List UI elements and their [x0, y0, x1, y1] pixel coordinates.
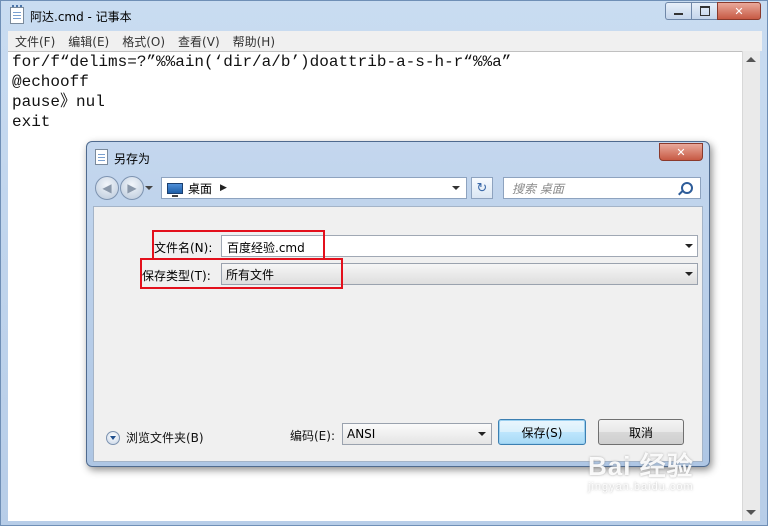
address-bar[interactable]: 桌面 ▶ — [161, 177, 467, 199]
menu-file[interactable]: 文件(F) — [8, 33, 61, 50]
menu-format[interactable]: 格式(O) — [115, 33, 171, 50]
encoding-label: 编码(E): — [290, 429, 335, 443]
menu-help[interactable]: 帮助(H) — [226, 33, 281, 50]
refresh-icon: ↻ — [476, 180, 488, 196]
maximize-icon — [699, 6, 710, 16]
search-input[interactable] — [510, 179, 684, 199]
search-icon[interactable] — [681, 182, 693, 194]
dialog-notepad-icon — [95, 149, 108, 165]
dialog-body: 文件名(N): 保存类型(T): 所有文件 浏览文件夹(B) 编码(E): AN… — [93, 206, 703, 462]
close-icon: ✕ — [676, 145, 686, 159]
watermark-url: jingyan.baidu.com — [588, 481, 694, 493]
dialog-titlebar[interactable]: 另存为 ✕ — [87, 142, 709, 172]
filetype-dropdown-icon[interactable] — [685, 272, 693, 276]
baidu-watermark: Bai 经验 jingyan.baidu.com — [588, 446, 694, 493]
editor-line: exit — [12, 113, 51, 131]
filename-field[interactable] — [221, 235, 698, 257]
filetype-value: 所有文件 — [226, 267, 275, 282]
encoding-dropdown-icon[interactable] — [478, 432, 486, 436]
filetype-select[interactable]: 所有文件 — [221, 263, 698, 285]
search-box[interactable] — [503, 177, 701, 199]
editor-line: pause》nul — [12, 93, 105, 111]
address-location[interactable]: 桌面 — [188, 180, 212, 197]
minimize-icon — [674, 13, 683, 15]
close-icon: ✕ — [734, 4, 744, 18]
forward-button[interactable]: ▶ — [120, 176, 144, 200]
dialog-close-button[interactable]: ✕ — [659, 143, 703, 161]
chevron-down-icon — [106, 430, 120, 445]
notepad-titlebar[interactable]: 阿达.cmd - 记事本 ✕ — [1, 1, 767, 31]
filename-label: 文件名(N): — [154, 241, 213, 255]
dialog-title: 另存为 — [114, 152, 151, 166]
close-button[interactable]: ✕ — [717, 2, 761, 20]
filename-input[interactable] — [225, 237, 669, 257]
scroll-up-icon[interactable] — [746, 57, 756, 62]
menu-view[interactable]: 查看(V) — [171, 33, 226, 50]
watermark-logo: Bai 经验 — [588, 451, 694, 481]
scroll-down-icon[interactable] — [746, 510, 756, 515]
recent-locations-dropdown-icon[interactable] — [145, 186, 153, 190]
encoding-value: ANSI — [347, 427, 376, 441]
address-dropdown-icon[interactable] — [452, 186, 460, 190]
editor-line: @echooff — [12, 73, 89, 91]
notepad-icon — [10, 5, 24, 24]
maximize-button[interactable] — [691, 2, 717, 20]
window-controls: ✕ — [665, 2, 761, 20]
menu-edit[interactable]: 编辑(E) — [61, 33, 115, 50]
encoding-select[interactable]: ANSI — [342, 423, 492, 445]
menu-bar: 文件(F) 编辑(E) 格式(O) 查看(V) 帮助(H) — [8, 31, 762, 51]
save-as-dialog: 另存为 ✕ ◀ ▶ 桌面 ▶ ↻ 文件名(N): 保存类型(T): 所有文件 — [86, 141, 710, 467]
notepad-title: 阿达.cmd - 记事本 — [30, 10, 132, 24]
browse-folders-toggle[interactable]: 浏览文件夹(B) — [106, 429, 204, 446]
desktop-icon — [167, 182, 183, 197]
filename-dropdown-icon[interactable] — [685, 244, 693, 248]
arrow-right-icon: ▶ — [127, 181, 137, 195]
arrow-left-icon: ◀ — [102, 181, 112, 195]
editor-line: for/f“delims=?”%%ain(‘dir/a/b’)doattrib-… — [12, 53, 512, 71]
cancel-button[interactable]: 取消 — [598, 419, 684, 445]
filetype-label: 保存类型(T): — [142, 269, 211, 283]
save-button[interactable]: 保存(S) — [498, 419, 586, 445]
vertical-scrollbar[interactable] — [742, 51, 760, 521]
minimize-button[interactable] — [665, 2, 691, 20]
back-button[interactable]: ◀ — [95, 176, 119, 200]
browse-folders-label: 浏览文件夹(B) — [126, 431, 204, 445]
navigation-bar: ◀ ▶ 桌面 ▶ ↻ — [93, 174, 703, 202]
refresh-button[interactable]: ↻ — [471, 177, 493, 199]
breadcrumb-arrow-icon[interactable]: ▶ — [220, 183, 227, 193]
